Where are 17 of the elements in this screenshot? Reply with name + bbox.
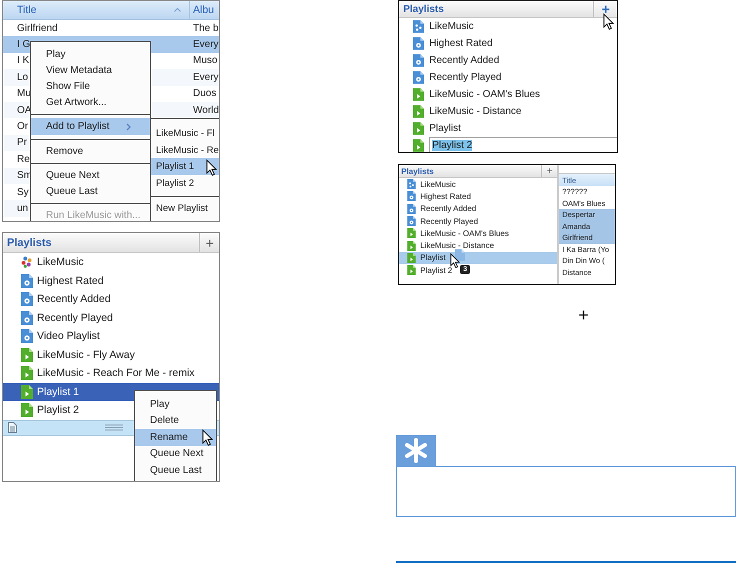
plus-symbol: + (578, 305, 590, 325)
column-label: Title (17, 4, 36, 16)
table-cell: Pr (17, 137, 27, 148)
table-cell: Duos (193, 88, 216, 100)
table-cell: World (193, 104, 219, 116)
table-cell: Every (193, 72, 219, 83)
panel-title: Playlists (400, 166, 434, 177)
table-cell: Girlfriend (17, 22, 58, 34)
panel-title: Playlists (402, 2, 444, 16)
table-cell: The b (193, 22, 219, 34)
table-cell: Mu (17, 88, 31, 100)
table-cell: Every (193, 39, 219, 50)
column-label: Albu (193, 4, 214, 16)
table-cell: un (17, 202, 28, 214)
panel-title: Playlists (6, 236, 52, 250)
table-cell: Lo (17, 72, 28, 83)
table-cell: I G (17, 39, 30, 50)
